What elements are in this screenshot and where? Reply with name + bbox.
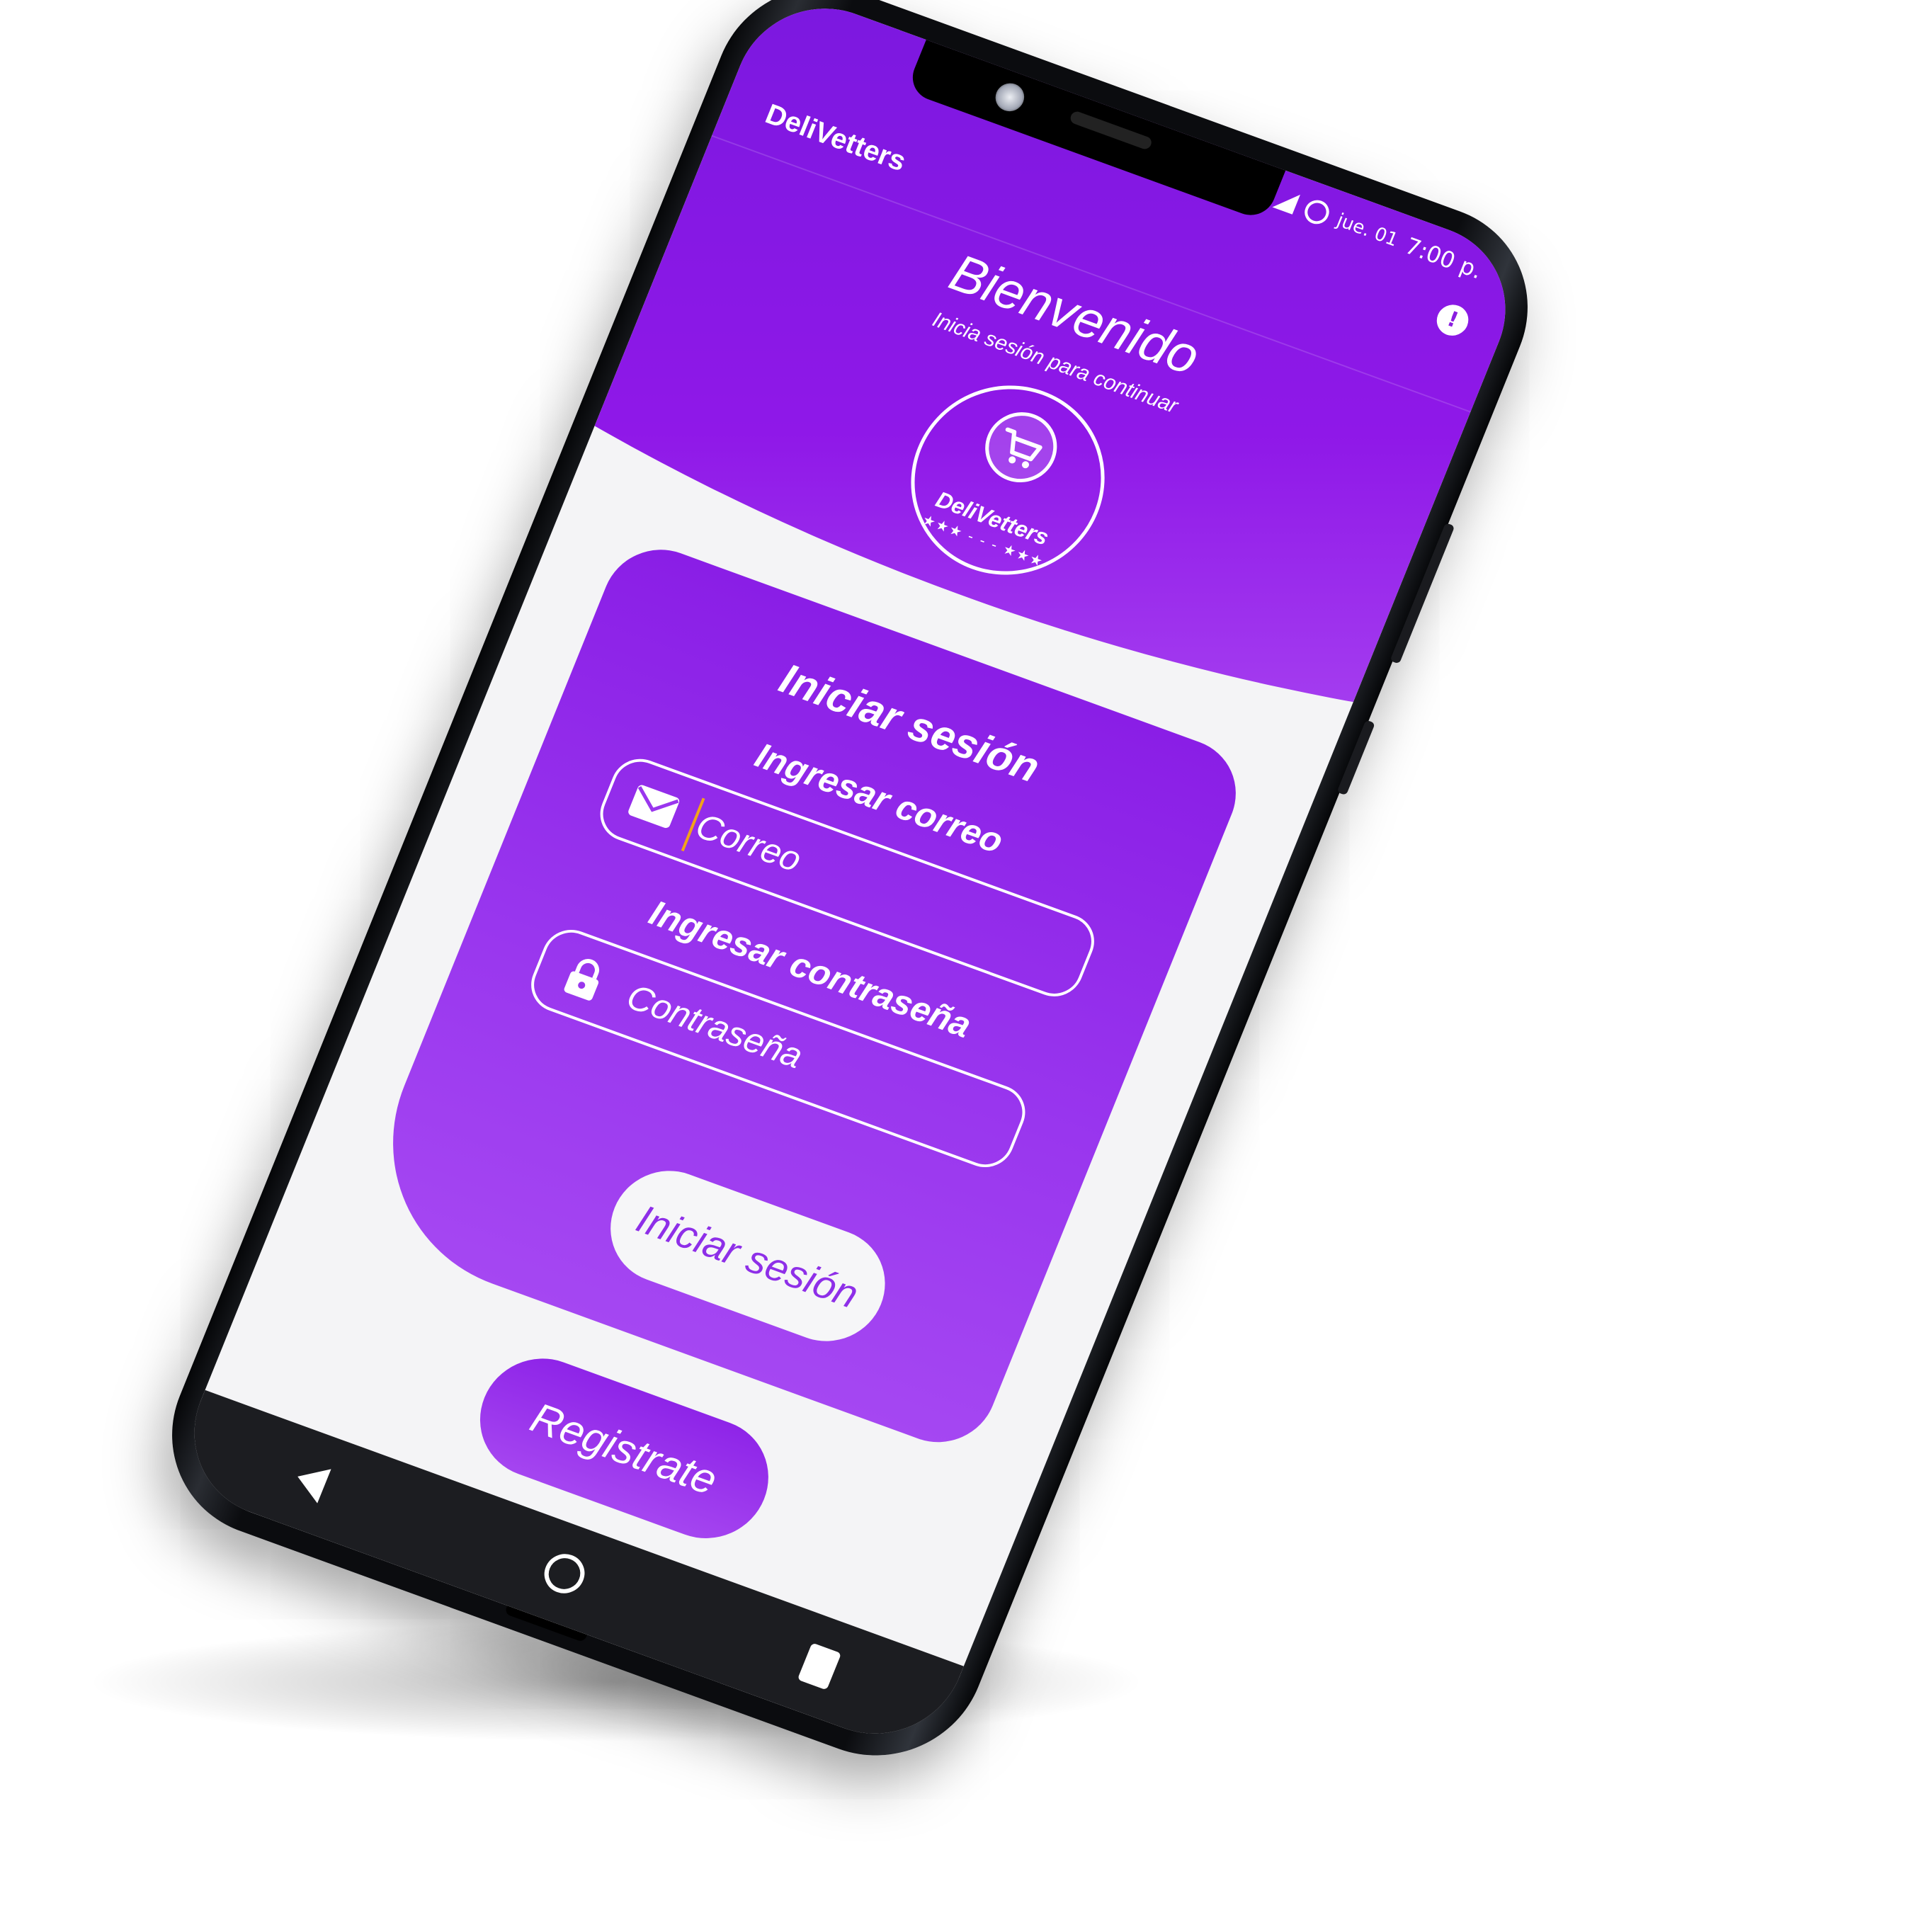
phone-screen: DeliVetters Bienvenido Inicia sesión par… (168, 0, 1532, 1758)
front-camera (991, 79, 1029, 115)
login-button[interactable]: Iniciar sesión (593, 1154, 902, 1358)
battery-icon (1301, 196, 1333, 228)
password-input[interactable] (615, 966, 1006, 1157)
mockup-scene: DeliVetters Bienvenido Inicia sesión par… (0, 0, 1932, 1932)
back-triangle-icon[interactable] (290, 1459, 331, 1504)
recents-square-icon[interactable] (797, 1642, 842, 1690)
lock-icon (564, 959, 599, 1001)
phone-device: DeliVetters Bienvenido Inicia sesión par… (140, 0, 1560, 1785)
app-logo: DeliVetters ★★★ - - - ★★★ (882, 359, 1134, 602)
home-circle-icon[interactable] (538, 1548, 591, 1599)
app-title: DeliVetters (761, 98, 911, 178)
shopping-cart-icon (974, 402, 1067, 492)
envelope-icon (628, 785, 680, 829)
